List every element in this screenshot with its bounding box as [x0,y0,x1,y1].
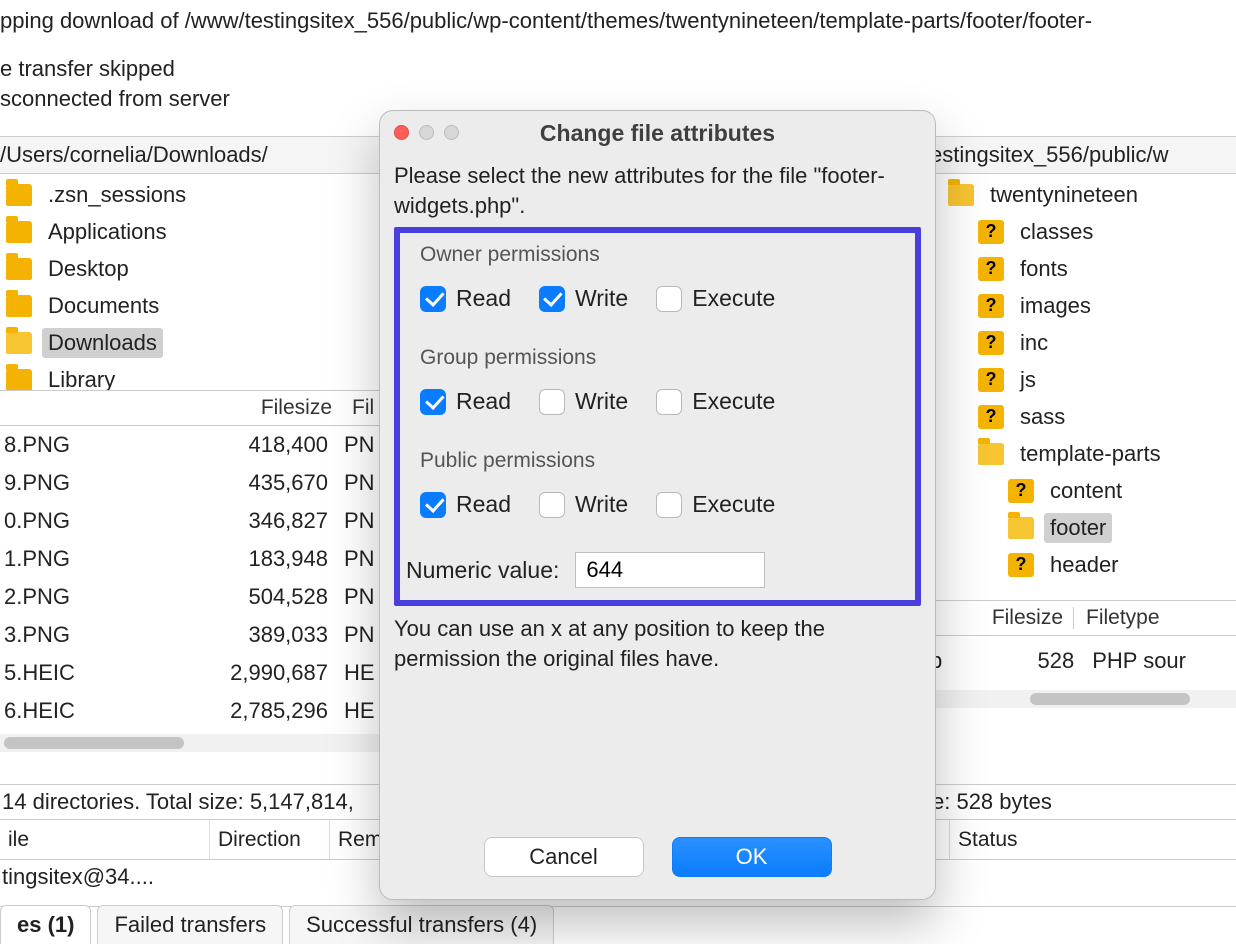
remote-file-list[interactable]: Filesize Filetype p 528 PHP sour [930,600,1236,740]
group-permissions-group: Group permissions Read Write Execute [400,336,915,439]
tab-successful[interactable]: Successful transfers (4) [289,905,554,944]
unknown-folder-icon [978,257,1004,281]
col-filetype[interactable]: Filetype [1076,606,1236,630]
owner-permissions-group: Owner permissions Read Write Execute [400,233,915,336]
group-read-checkbox[interactable]: Read [420,388,511,415]
tree-item[interactable]: sass [930,398,1236,435]
remote-directory-tree[interactable]: twentynineteenclassesfontsimagesincjssas… [930,176,1236,596]
unknown-folder-icon [978,405,1004,429]
owner-write-checkbox[interactable]: Write [539,285,628,312]
list-item[interactable]: 1.PNG183,948PN [0,540,380,578]
unknown-folder-icon [1008,479,1034,503]
local-path: /Users/cornelia/Downloads/ [0,142,268,168]
cancel-button[interactable]: Cancel [484,837,644,877]
folder-icon [6,369,32,391]
tree-item[interactable]: js [930,361,1236,398]
list-item[interactable]: 8.PNG418,400PN [0,426,380,464]
folder-icon [948,184,974,206]
horizontal-scrollbar[interactable] [930,690,1236,708]
bottom-tabs: es (1) Failed transfers Successful trans… [0,906,1236,944]
group-execute-checkbox[interactable]: Execute [656,388,775,415]
folder-icon [978,443,1004,465]
log-line: e transfer skipped [0,54,1236,84]
dialog-hint: You can use an x at any position to keep… [380,610,935,674]
tree-item[interactable]: header [930,546,1236,583]
tree-item[interactable]: content [930,472,1236,509]
public-execute-checkbox[interactable]: Execute [656,491,775,518]
public-read-checkbox[interactable]: Read [420,491,511,518]
owner-read-checkbox[interactable]: Read [420,285,511,312]
tree-item[interactable]: Documents [0,287,380,324]
unknown-folder-icon [978,368,1004,392]
folder-icon [6,258,32,280]
unknown-folder-icon [978,220,1004,244]
dialog-intro: Please select the new attributes for the… [394,161,921,221]
change-attributes-dialog: Change file attributes Please select the… [379,110,936,900]
list-item[interactable]: p 528 PHP sour [930,636,1236,686]
folder-icon [6,295,32,317]
list-item[interactable]: 6.HEIC2,785,296HE [0,692,380,730]
numeric-value-row: Numeric value: [400,542,915,600]
local-path-bar[interactable]: /Users/cornelia/Downloads/ [0,136,380,174]
tree-item[interactable]: twentynineteen [930,176,1236,213]
tab-queued[interactable]: es (1) [0,905,91,944]
col-filesize[interactable]: Filesize [931,606,1071,630]
tree-item[interactable]: inc [930,324,1236,361]
log-line: pping download of /www/testingsitex_556/… [0,6,1236,36]
unknown-folder-icon [1008,553,1034,577]
col-status[interactable]: Status [950,820,1210,859]
tree-item[interactable]: classes [930,213,1236,250]
tree-item[interactable]: template-parts [930,435,1236,472]
list-item[interactable]: 2.PNG504,528PN [0,578,380,616]
transfer-log: pping download of /www/testingsitex_556/… [0,0,1236,114]
folder-icon [6,221,32,243]
minimize-icon [419,125,434,140]
numeric-label: Numeric value: [406,557,559,584]
folder-icon [1008,517,1034,539]
folder-icon [6,184,32,206]
col-direction[interactable]: Direction [210,820,330,859]
tree-item[interactable]: Desktop [0,250,380,287]
close-icon[interactable] [394,125,409,140]
folder-icon [6,332,32,354]
ok-button[interactable]: OK [672,837,832,877]
remote-path-bar[interactable]: estingsitex_556/public/w [930,136,1236,174]
tree-item[interactable]: Applications [0,213,380,250]
list-item[interactable]: 5.HEIC2,990,687HE [0,654,380,692]
unknown-folder-icon [978,331,1004,355]
list-item[interactable]: 3.PNG389,033PN [0,616,380,654]
unknown-folder-icon [978,294,1004,318]
remote-path: estingsitex_556/public/w [930,142,1168,168]
tree-item[interactable]: fonts [930,250,1236,287]
horizontal-scrollbar[interactable] [0,734,380,752]
dialog-titlebar[interactable]: Change file attributes [380,111,935,155]
public-permissions-group: Public permissions Read Write Execute [400,439,915,542]
tree-item[interactable]: footer [930,509,1236,546]
dialog-title: Change file attributes [394,120,921,147]
local-list-header[interactable]: Filesize Fil [0,390,380,426]
permissions-panel: Owner permissions Read Write Execute Gro… [394,227,921,606]
col-file[interactable]: ile [0,820,210,859]
remote-list-header[interactable]: Filesize Filetype [930,600,1236,636]
local-file-list[interactable]: Filesize Fil 8.PNG418,400PN9.PNG435,670P… [0,390,380,740]
public-write-checkbox[interactable]: Write [539,491,628,518]
local-status: 14 directories. Total size: 5,147,814, [0,784,380,820]
tab-failed[interactable]: Failed transfers [97,905,283,944]
tree-item[interactable]: images [930,287,1236,324]
zoom-icon [444,125,459,140]
col-filesize[interactable]: Filesize [194,396,344,420]
local-directory-tree[interactable]: .zsn_sessionsApplicationsDesktopDocument… [0,176,380,376]
remote-status: e: 528 bytes [930,784,1236,820]
tree-item[interactable]: .zsn_sessions [0,176,380,213]
numeric-value-input[interactable] [575,552,765,588]
group-write-checkbox[interactable]: Write [539,388,628,415]
tree-item[interactable]: Downloads [0,324,380,361]
list-item[interactable]: 9.PNG435,670PN [0,464,380,502]
list-item[interactable]: 0.PNG346,827PN [0,502,380,540]
owner-execute-checkbox[interactable]: Execute [656,285,775,312]
